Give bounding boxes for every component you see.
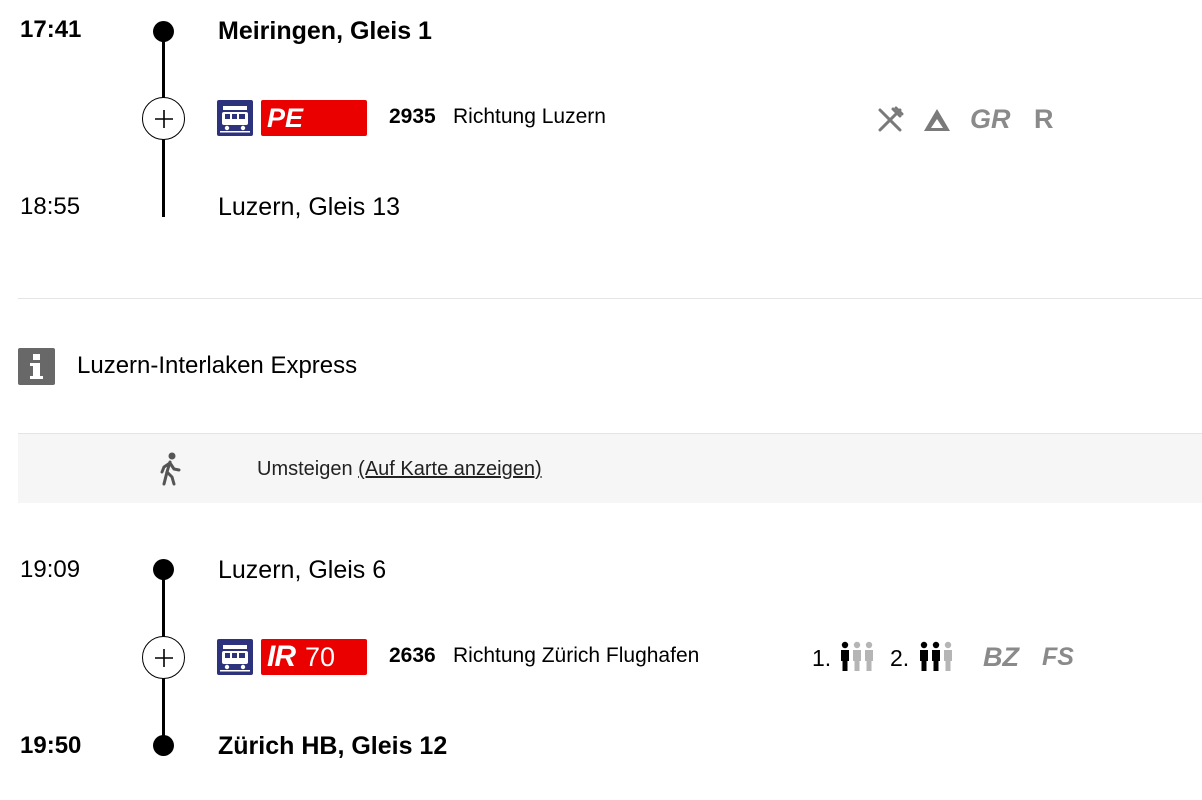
info-icon <box>18 348 55 385</box>
person-icon <box>841 641 849 671</box>
attribute-bz: BZ <box>983 642 1019 672</box>
person-icon <box>932 641 940 671</box>
departure-station: Luzern, Gleis 6 <box>218 556 387 584</box>
transfer-text: Umsteigen (Auf Karte anzeigen) <box>257 457 542 481</box>
person-icon <box>853 641 861 671</box>
occupancy-class-1-icon <box>839 641 877 673</box>
person-icon <box>865 641 873 671</box>
train-direction: Richtung Zürich Flughafen <box>453 644 700 667</box>
train-number: 2636 <box>389 644 436 667</box>
transfer-section <box>18 433 1202 503</box>
occupancy-class-2-label: 2. <box>890 645 910 671</box>
panorama-icon <box>922 106 952 134</box>
departure-time: 19:09 <box>20 556 81 583</box>
attribute-gr: GR <box>970 104 1011 134</box>
product-name: IR <box>267 640 296 673</box>
product-badge: PE <box>261 100 367 136</box>
arrival-station: Luzern, Gleis 13 <box>218 193 401 221</box>
transfer-label: Umsteigen <box>257 458 353 480</box>
arrival-time: 18:55 <box>20 193 81 220</box>
divider <box>18 298 1202 299</box>
product-badge: IR 70 <box>261 639 367 675</box>
train-number: 2935 <box>389 105 436 128</box>
departure-station: Meiringen, Gleis 1 <box>218 17 432 45</box>
occupancy-class-1-label: 1. <box>812 645 832 671</box>
train-direction: Richtung Luzern <box>453 105 606 128</box>
info-text: Luzern-Interlaken Express <box>77 352 358 379</box>
expand-stops-button[interactable] <box>142 97 185 140</box>
attribute-r: R <box>1034 104 1054 134</box>
walking-icon <box>155 452 185 486</box>
arrival-dot <box>153 735 174 756</box>
person-icon <box>920 641 928 671</box>
show-on-map-link[interactable]: (Auf Karte anzeigen) <box>358 458 541 480</box>
occupancy-class-2-icon <box>918 641 956 673</box>
product-line: 70 <box>305 642 336 672</box>
departure-dot <box>153 559 174 580</box>
plus-icon <box>154 648 173 667</box>
plus-icon <box>154 109 173 128</box>
attribute-fs: FS <box>1042 643 1074 671</box>
arrival-time: 19:50 <box>20 732 82 759</box>
expand-stops-button[interactable] <box>142 636 185 679</box>
train-icon <box>217 100 253 136</box>
arrival-station: Zürich HB, Gleis 12 <box>218 732 448 760</box>
departure-time: 17:41 <box>20 16 82 43</box>
train-icon <box>217 639 253 675</box>
departure-dot <box>153 21 174 42</box>
person-icon <box>944 641 952 671</box>
restaurant-icon <box>876 106 904 134</box>
